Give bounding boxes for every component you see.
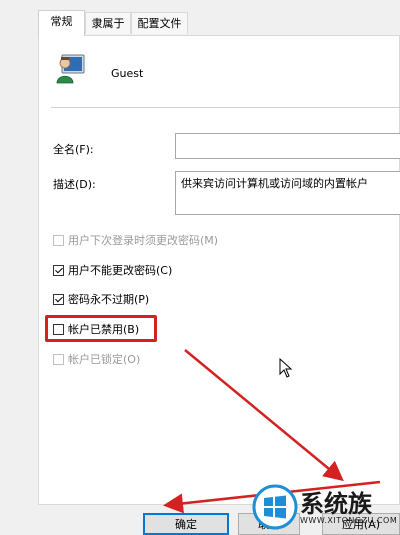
- account-disabled-checkbox[interactable]: [53, 323, 64, 335]
- account-locked-checkbox: [53, 353, 64, 365]
- account-locked-option: 帐户已锁定(O): [53, 350, 140, 368]
- user-account-icon: [56, 54, 85, 84]
- separator: [51, 107, 400, 108]
- account-locked-label: 帐户已锁定(O): [68, 353, 141, 366]
- watermark: 系统族 WWW.XITONGZU.COM: [250, 480, 400, 535]
- cannot-change-password-label[interactable]: 用户不能更改密码(C): [68, 262, 172, 278]
- password-never-expires-checkbox[interactable]: [53, 293, 64, 305]
- fullname-label: 全名(F):: [53, 143, 94, 156]
- user-name: Guest: [111, 67, 144, 80]
- tab-profile[interactable]: 配置文件: [131, 12, 188, 34]
- tab-bar: 常规 隶属于 配置文件: [38, 10, 400, 36]
- cannot-change-password-option[interactable]: 用户不能更改密码(C): [53, 261, 172, 279]
- description-label: 描述(D):: [53, 178, 96, 191]
- description-field[interactable]: 供来宾访问计算机或访问域的内置帐户: [175, 171, 400, 215]
- site-logo-icon: [252, 484, 298, 530]
- must-change-password-label: 用户下次登录时须更改密码(M): [68, 234, 219, 247]
- tab-member-of[interactable]: 隶属于: [85, 12, 131, 34]
- must-change-password-checkbox: [53, 234, 64, 246]
- fullname-field[interactable]: [175, 133, 400, 159]
- cannot-change-password-checkbox[interactable]: [53, 264, 64, 276]
- general-panel: Guest 全名(F): 描述(D): 供来宾访问计算机或访问域的内置帐户 用户…: [38, 35, 400, 505]
- tab-general[interactable]: 常规: [38, 10, 85, 36]
- watermark-url: WWW.XITONGZU.COM: [300, 516, 398, 525]
- password-never-expires-option[interactable]: 密码永不过期(P): [53, 290, 149, 308]
- mouse-cursor-icon: [279, 358, 293, 378]
- watermark-text: 系统族: [300, 490, 372, 518]
- account-disabled-label[interactable]: 帐户已禁用(B): [68, 321, 139, 337]
- account-disabled-option[interactable]: 帐户已禁用(B): [53, 320, 139, 338]
- password-never-expires-label[interactable]: 密码永不过期(P): [68, 291, 149, 307]
- properties-dialog: 常规 隶属于 配置文件 Guest 全名(F): 描述(D): 供来宾访问计算机…: [0, 0, 400, 535]
- ok-button[interactable]: 确定: [143, 513, 229, 535]
- must-change-password-option: 用户下次登录时须更改密码(M): [53, 231, 218, 249]
